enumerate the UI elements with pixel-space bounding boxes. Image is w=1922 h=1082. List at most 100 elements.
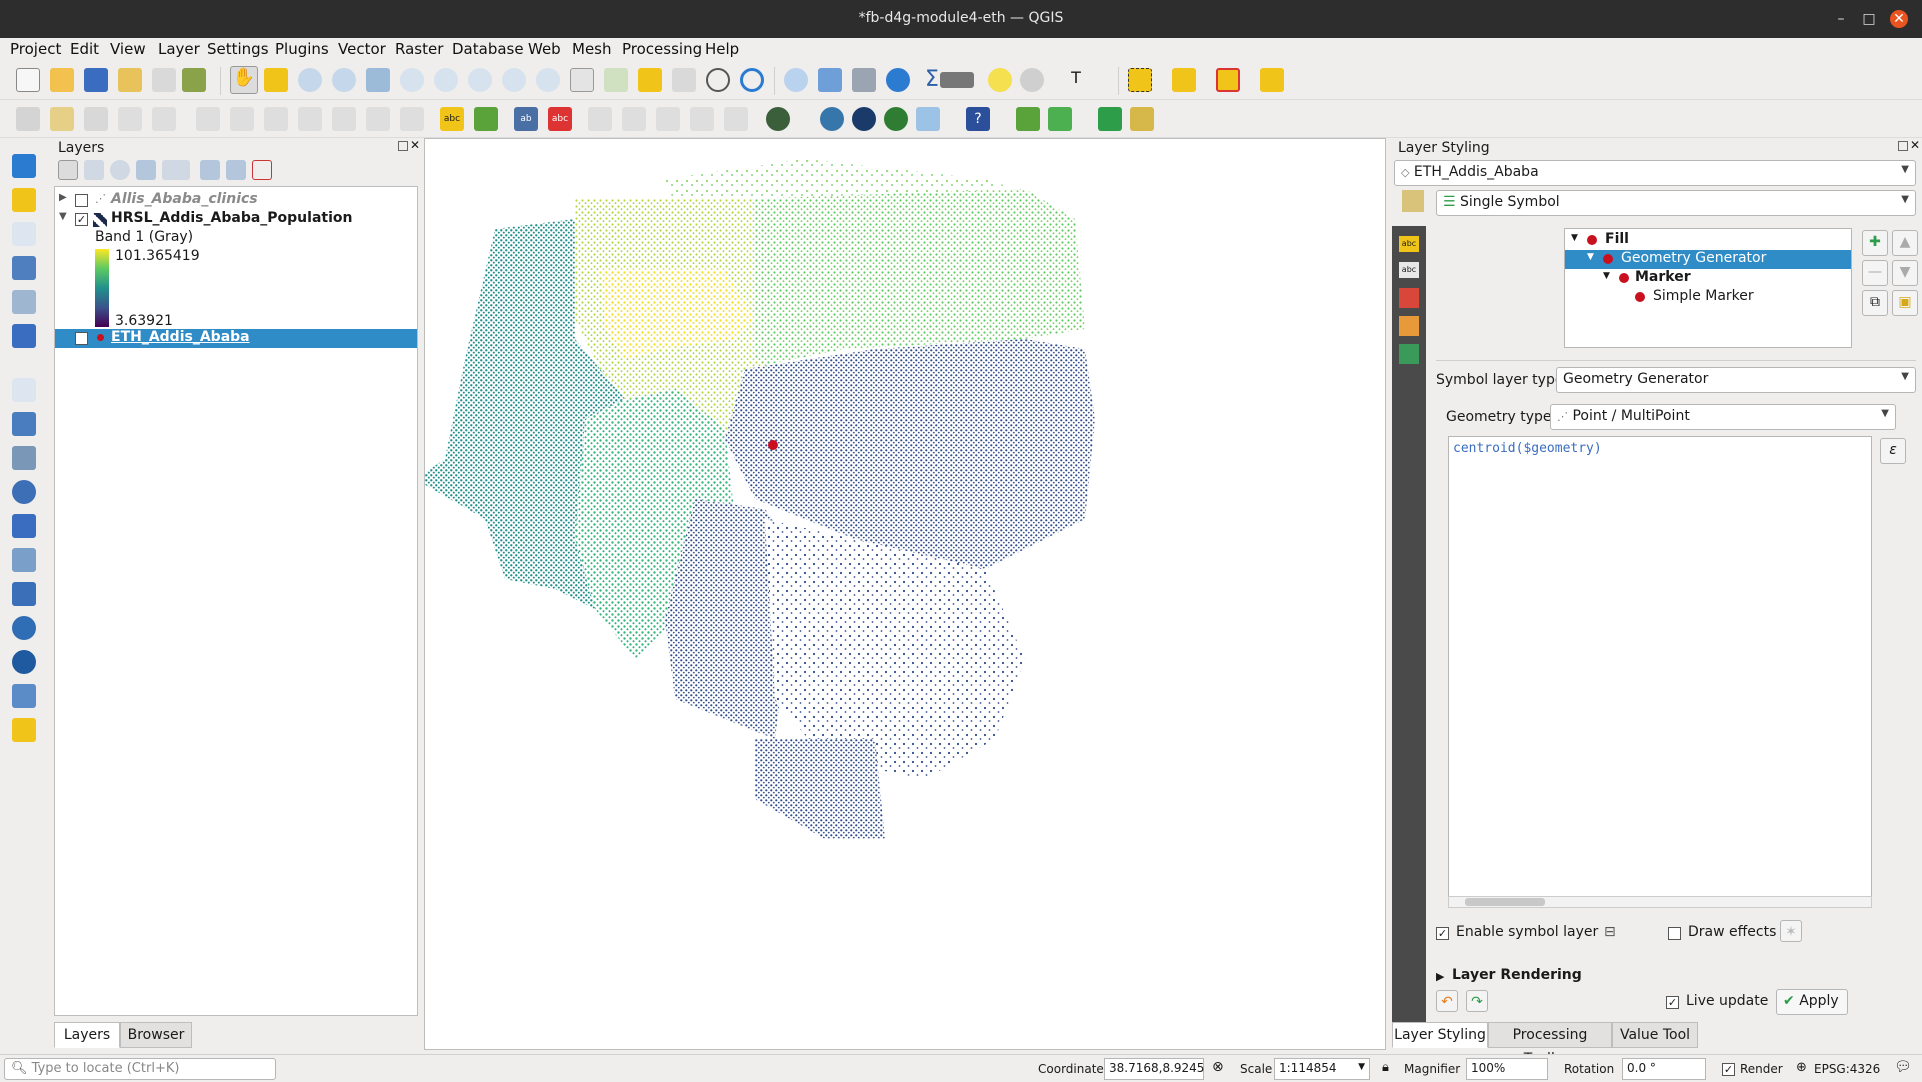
layer-visibility-checkbox[interactable] (75, 194, 88, 207)
geocoder-icon[interactable] (766, 107, 790, 131)
add-group-icon[interactable] (84, 160, 104, 180)
move-down-icon[interactable]: ▼ (1892, 260, 1918, 286)
undo-icon[interactable]: ↶ (1436, 990, 1458, 1012)
pan-to-selection-icon[interactable] (264, 68, 288, 92)
menu-settings[interactable]: Settings (207, 40, 269, 58)
new-temporary-layer-icon[interactable] (12, 324, 36, 348)
crs-label[interactable]: EPSG:4326 (1814, 1062, 1880, 1076)
print-layout-icon[interactable] (152, 68, 176, 92)
new-spatialite-layer-icon[interactable] (12, 256, 36, 280)
close-panel-icon[interactable]: ✕ (410, 138, 420, 152)
layer-row-eth[interactable]: ✓ ETH_Addis_Ababa (55, 329, 417, 348)
expand-arrow-icon[interactable]: ▶ (59, 192, 67, 203)
add-vector-layer-icon[interactable] (12, 378, 36, 402)
live-update-checkbox[interactable]: ✓ (1666, 996, 1679, 1009)
measure-line-icon[interactable] (940, 72, 974, 88)
add-vector-tile-icon[interactable] (12, 684, 36, 708)
layer-rendering-label[interactable]: Layer Rendering (1452, 967, 1582, 983)
text-annotation-icon[interactable]: T (1064, 68, 1088, 92)
processing-toolbox-icon[interactable] (886, 68, 910, 92)
save-project-icon[interactable] (84, 68, 108, 92)
map-tips-icon[interactable] (988, 68, 1012, 92)
temporal-controller-icon[interactable] (706, 68, 730, 92)
collapse-arrow-icon[interactable]: ▼ (59, 211, 67, 222)
style-manager-icon[interactable] (182, 68, 206, 92)
manage-visibility-icon[interactable] (110, 160, 130, 180)
zoom-full-icon[interactable] (366, 68, 390, 92)
annotation-icon[interactable] (1020, 68, 1044, 92)
layer-row-hrsl[interactable]: ▼ ✓ HRSL_Addis_Ababa_Population (55, 210, 417, 229)
add-wfs-layer-icon[interactable] (12, 650, 36, 674)
add-virtual-layer-icon[interactable] (12, 548, 36, 572)
menu-raster[interactable]: Raster (395, 40, 443, 58)
collapse-arrow-icon[interactable]: ▼ (1571, 233, 1578, 243)
layer-select[interactable]: ◇ ETH_Addis_Ababa ▼ (1394, 160, 1916, 186)
pin-labels-icon[interactable]: ab (514, 107, 538, 131)
add-postgis-icon[interactable] (12, 582, 36, 606)
lock-scale-icon[interactable]: 🔒︎ (1382, 1060, 1389, 1075)
expression-builder-icon[interactable]: ε (1880, 438, 1906, 464)
float-panel-icon[interactable] (1898, 141, 1908, 151)
menu-help[interactable]: Help (705, 40, 739, 58)
horizontal-scrollbar[interactable] (1448, 896, 1872, 908)
zoom-out-icon[interactable] (332, 68, 356, 92)
menu-database[interactable]: Database (452, 40, 524, 58)
tab-layer-styling[interactable]: Layer Styling (1392, 1022, 1488, 1048)
layer-visibility-checkbox[interactable]: ✓ (75, 213, 88, 226)
symbol-row-marker[interactable]: ▼ Marker (1565, 269, 1851, 288)
expand-all-icon[interactable] (200, 160, 220, 180)
select-features-icon[interactable] (1128, 68, 1152, 92)
symbol-row-fill[interactable]: ▼ Fill (1565, 231, 1851, 250)
tab-layers[interactable]: Layers (54, 1022, 120, 1048)
zoom-selection-icon[interactable] (400, 68, 424, 92)
deselect-icon[interactable] (1216, 68, 1240, 92)
magnifier-field[interactable]: 100% (1466, 1058, 1548, 1080)
zoom-native-icon[interactable] (468, 68, 492, 92)
save-as-icon[interactable] (118, 68, 142, 92)
coordinate-field[interactable]: 38.7168,8.9245 (1104, 1058, 1204, 1080)
symbology-tab-icon[interactable] (1402, 190, 1424, 212)
new-virtual-layer-icon[interactable] (12, 290, 36, 314)
filter-legend-icon[interactable] (136, 160, 156, 180)
layer-row-clinics[interactable]: ▶ ⋰ Allis_Ababa_clinics (55, 191, 417, 210)
new-project-icon[interactable] (16, 68, 40, 92)
attribute-table-icon[interactable] (818, 68, 842, 92)
maximize-button[interactable]: □ (1860, 10, 1878, 28)
new-shapefile-layer-icon[interactable] (12, 222, 36, 246)
messages-icon[interactable]: 💬︎ (1894, 1059, 1912, 1075)
open-project-icon[interactable] (50, 68, 74, 92)
tab-value-tool[interactable]: Value Tool (1612, 1022, 1698, 1048)
show-bookmarks-icon[interactable] (672, 68, 696, 92)
search-layer-icon[interactable] (1098, 107, 1122, 131)
remove-symbol-layer-button[interactable]: — (1862, 260, 1888, 286)
open-styling-panel-icon[interactable] (58, 160, 78, 180)
rotation-field[interactable]: 0.0 ° (1622, 1058, 1706, 1080)
metasearch-icon[interactable] (884, 107, 908, 131)
georeferencer-icon[interactable] (1016, 107, 1040, 131)
masks-tab-icon[interactable]: abc (1399, 262, 1419, 278)
value-tool-icon[interactable] (916, 107, 940, 131)
labels-tab-icon[interactable]: abc (1399, 236, 1419, 252)
highlight-labels-icon[interactable]: abc (548, 107, 572, 131)
add-symbol-layer-button[interactable]: ✚ (1862, 230, 1888, 256)
symbol-row-geometry-generator[interactable]: ▼ Geometry Generator (1565, 250, 1851, 269)
label-toolbar-icon[interactable]: abc (440, 107, 464, 131)
history-tab-icon[interactable] (1399, 344, 1419, 364)
tab-browser[interactable]: Browser (120, 1022, 192, 1048)
crs-globe-icon[interactable]: ⊕ (1796, 1060, 1807, 1075)
minimize-button[interactable]: – (1832, 10, 1850, 28)
menu-project[interactable]: Project (10, 40, 61, 58)
geometry-type-select[interactable]: ⋰ Point / MultiPoint ▼ (1550, 404, 1896, 430)
collapse-arrow-icon[interactable]: ▼ (1587, 252, 1594, 262)
select-by-value-icon[interactable] (1172, 68, 1196, 92)
locator-search[interactable]: 🔍︎ Type to locate (Ctrl+K) (4, 1058, 276, 1080)
scrollbar-thumb[interactable] (1465, 898, 1545, 906)
zoom-last-icon[interactable] (502, 68, 526, 92)
remove-layer-icon[interactable] (252, 160, 272, 180)
scale-field[interactable]: 1:114854 ▼ (1274, 1058, 1370, 1080)
refresh-icon[interactable] (740, 68, 764, 92)
menu-processing[interactable]: Processing (622, 40, 702, 58)
toggle-extents-icon[interactable]: ⊗ (1212, 1059, 1224, 1075)
float-panel-icon[interactable] (398, 141, 408, 151)
quickmapservices-icon[interactable] (1130, 107, 1154, 131)
